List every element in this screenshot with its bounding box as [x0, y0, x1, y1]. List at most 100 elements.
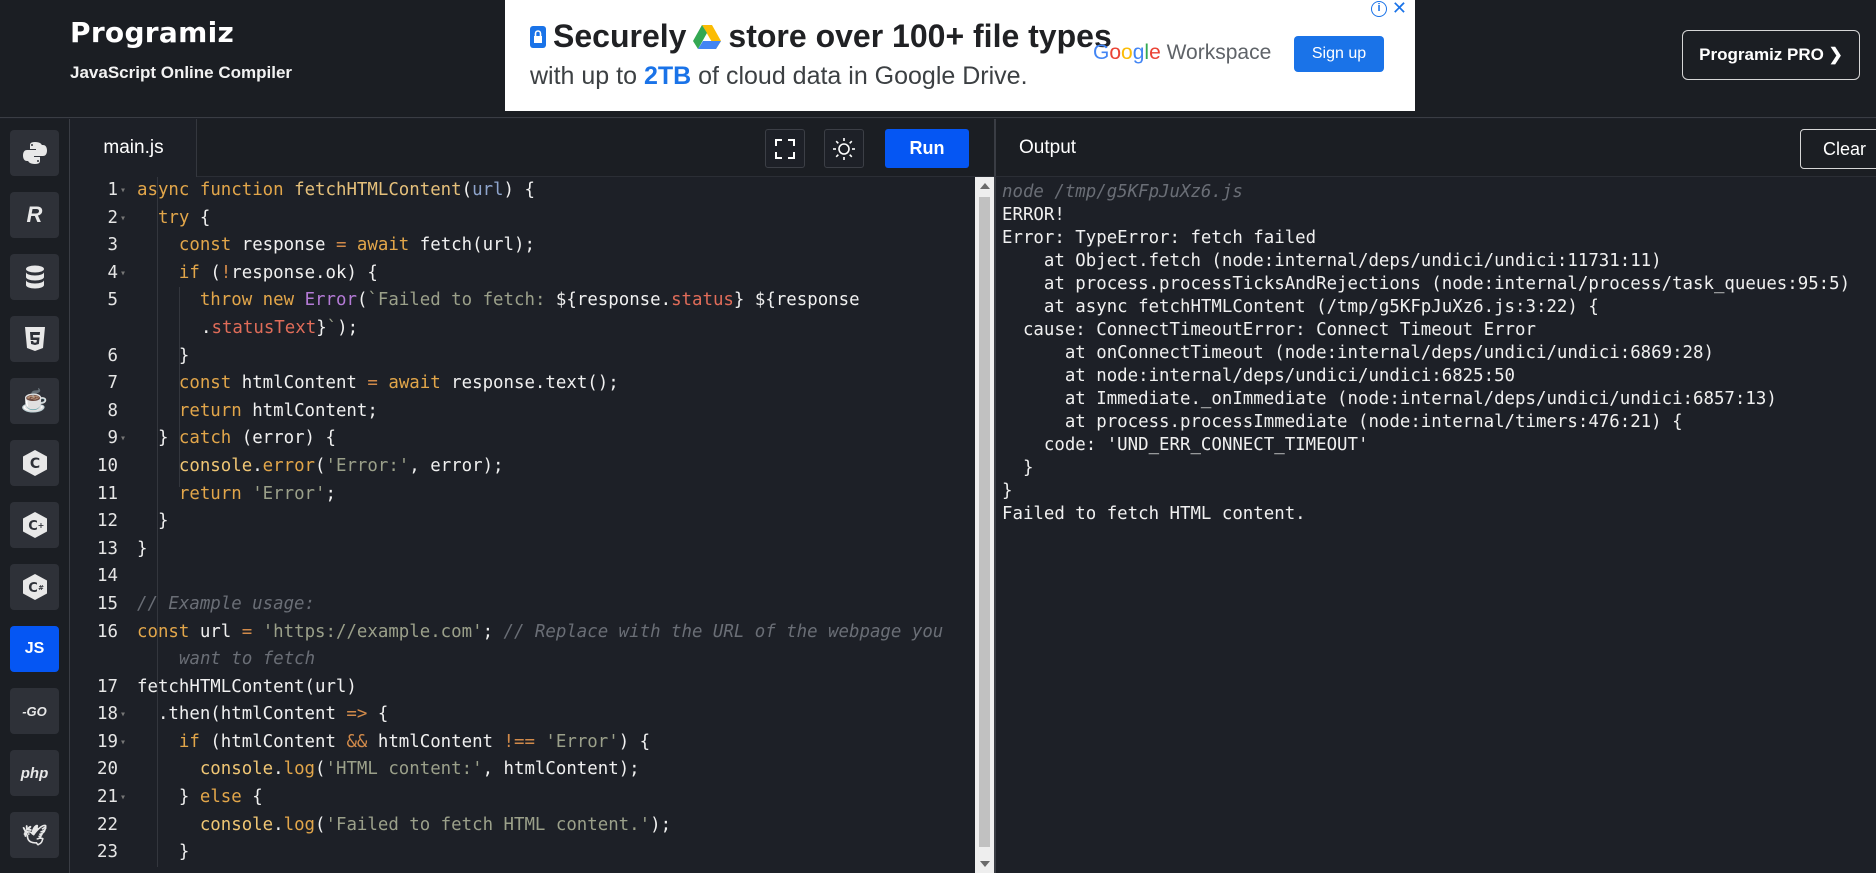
token: error — [262, 455, 316, 476]
line-number: 12 — [97, 511, 118, 532]
code-line: 12 } — [71, 508, 975, 536]
google-letter: g — [1132, 41, 1145, 64]
output-console[interactable]: node /tmp/g5KFpJuXz6.js ERROR! Error: Ty… — [994, 177, 1876, 873]
code-text: } — [137, 536, 147, 564]
line-number: 2 — [107, 207, 118, 228]
python-logo — [22, 142, 47, 164]
editor-toolbar: main.js Run — [71, 119, 994, 177]
token: await — [388, 373, 441, 394]
csharp-icon[interactable]: C # — [10, 564, 59, 610]
ad-headline: Securely store over 100+ file types — [529, 18, 1112, 55]
code-text: async function fetchHTMLContent(url) { — [137, 177, 535, 205]
csharp-logo: C # — [22, 574, 47, 600]
fold-arrow-icon[interactable]: ▾ — [120, 784, 126, 812]
token: ( — [356, 290, 368, 311]
fold-arrow-icon[interactable]: ▾ — [120, 177, 126, 205]
token: ) { — [503, 180, 535, 200]
tab-main-js[interactable]: main.js — [71, 119, 197, 177]
python-icon[interactable] — [10, 130, 59, 176]
cpp-logo: C + — [22, 512, 47, 538]
scroll-down-icon[interactable] — [980, 861, 990, 867]
brand-name: Programiz — [70, 16, 235, 49]
editor-scrollbar[interactable] — [975, 177, 994, 873]
ad-signup-button[interactable]: Sign up — [1294, 36, 1384, 72]
code-line: 3 const response = await fetch(url); — [71, 232, 975, 260]
fold-arrow-icon[interactable]: ▾ — [120, 729, 126, 757]
line-number: 19 — [97, 731, 118, 752]
token: await — [356, 235, 410, 256]
code-text: const response = await fetch(url); — [137, 232, 535, 260]
lock-icon — [530, 25, 546, 48]
r-icon[interactable]: R — [10, 192, 59, 238]
token: response.text(); — [440, 373, 619, 394]
swift-icon[interactable]: 🕊 — [10, 812, 59, 858]
ad-banner[interactable]: Securely store over 100+ file types with… — [505, 0, 1415, 111]
token: ( — [315, 759, 326, 780]
token: ${ — [555, 290, 577, 311]
svg-text:C: C — [29, 456, 39, 472]
scroll-up-icon[interactable] — [980, 183, 990, 189]
brand[interactable]: Programiz JavaScript Online Compiler — [70, 16, 292, 83]
code-text: .statusText}`); — [201, 315, 358, 343]
line-number: 3 — [107, 235, 118, 256]
javascript-icon[interactable]: JS — [10, 626, 59, 672]
token: 'https://example.com' — [262, 621, 483, 642]
java-icon[interactable]: ☕ — [10, 378, 59, 424]
code-line: 5 throw new Error(`Failed to fetch: ${re… — [71, 287, 975, 315]
token: ; — [482, 621, 504, 642]
r-label: R — [26, 202, 43, 227]
code-line-wrap: want to fetch — [71, 646, 975, 674]
line-number: 10 — [97, 455, 118, 476]
token: ); — [650, 814, 672, 835]
fold-arrow-icon[interactable]: ▾ — [120, 425, 126, 453]
code-editor[interactable]: 1 ▾ async function fetchHTMLContent(url) {… — [71, 177, 994, 873]
go-icon[interactable]: -GO — [10, 688, 59, 734]
token: } — [316, 317, 327, 338]
token: ); — [337, 317, 359, 338]
ad-info-icon[interactable]: i — [1371, 1, 1387, 17]
ad-text-with: with up to — [530, 62, 638, 90]
token: fetch(url); — [409, 235, 535, 256]
html5-icon[interactable] — [10, 316, 59, 362]
token: !== — [503, 731, 535, 752]
token: } — [157, 428, 179, 449]
clear-button[interactable]: Clear — [1800, 129, 1876, 169]
code-lines: 1 ▾ async function fetchHTMLContent(url) {… — [71, 177, 975, 867]
token: log — [283, 759, 316, 780]
php-icon[interactable]: php — [10, 750, 59, 796]
line-number: 9 — [107, 428, 118, 449]
token: if — [178, 262, 200, 283]
output-title: Output — [1019, 137, 1077, 158]
code-text: const htmlContent = await response.text(… — [137, 370, 619, 398]
code-line: 15 // Example usage: — [71, 591, 975, 619]
fold-arrow-icon[interactable]: ▾ — [120, 260, 126, 288]
code-line: 23 } — [71, 839, 975, 867]
php-label: php — [20, 764, 49, 782]
run-button[interactable]: Run — [885, 129, 969, 168]
token: `Failed to fetch: — [367, 290, 556, 311]
code-line: 1 ▾ async function fetchHTMLContent(url) { — [71, 177, 975, 205]
token: 'HTML content:' — [325, 759, 483, 780]
ad-close-icon[interactable]: ✕ — [1392, 0, 1407, 19]
token: throw — [199, 290, 253, 311]
database-icon[interactable] — [10, 254, 59, 300]
svg-text:C: C — [28, 581, 38, 596]
fullscreen-icon[interactable] — [765, 129, 805, 168]
programiz-logo[interactable]: Programiz — [70, 16, 292, 49]
token: ${ — [754, 290, 776, 311]
code-line: 20 console.log('HTML content:', htmlCont… — [71, 756, 975, 784]
programiz-pro-button[interactable]: Programiz PRO ❯ — [1682, 30, 1860, 80]
token: { — [367, 704, 389, 725]
scrollbar-thumb[interactable] — [979, 197, 990, 847]
code-line: 19 ▾ if (htmlContent && htmlContent !== '… — [71, 729, 975, 757]
code-text: want to fetch — [179, 646, 315, 674]
c-icon[interactable]: C — [10, 440, 59, 486]
theme-toggle-icon[interactable] — [824, 129, 864, 168]
token: , error); — [409, 455, 504, 476]
fold-arrow-icon[interactable]: ▾ — [120, 205, 126, 233]
fold-arrow-icon[interactable]: ▾ — [120, 701, 126, 729]
cpp-icon[interactable]: C + — [10, 502, 59, 548]
